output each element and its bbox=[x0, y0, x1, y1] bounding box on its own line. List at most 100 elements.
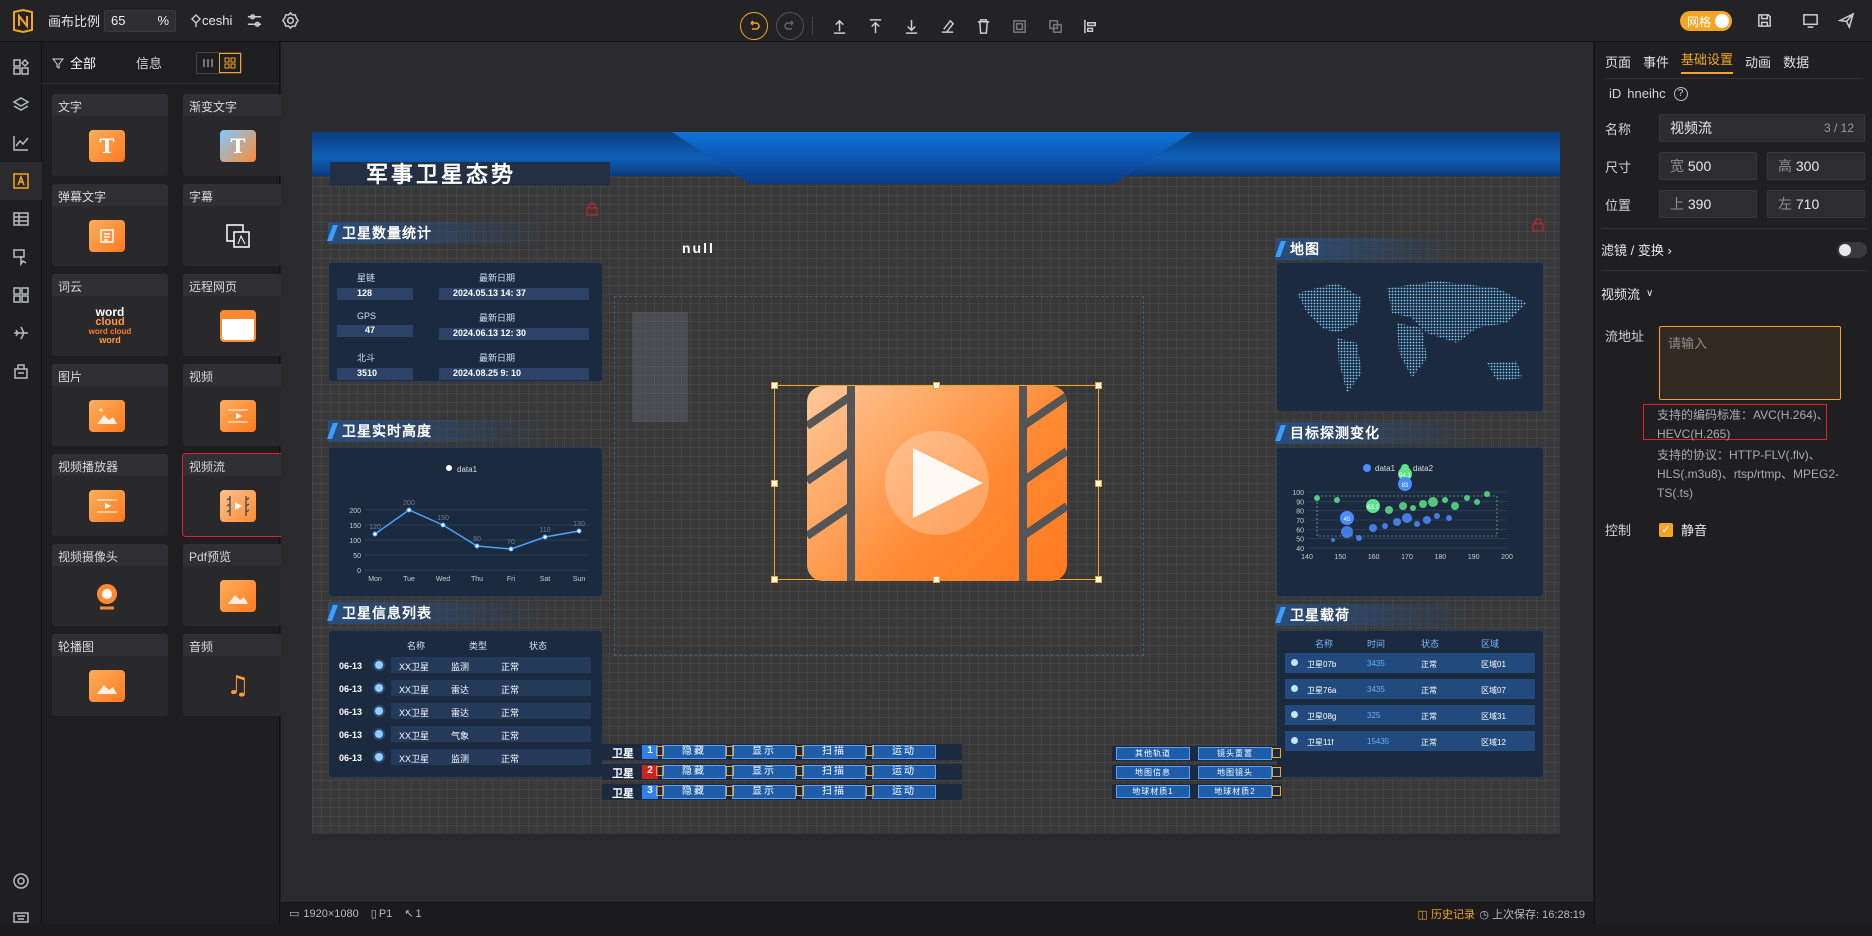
settings-sliders-icon[interactable] bbox=[236, 0, 272, 42]
move-down-icon[interactable] bbox=[893, 5, 929, 47]
name-input[interactable]: 视频流 3 / 12 bbox=[1659, 114, 1865, 142]
group-icon[interactable] bbox=[1001, 5, 1037, 47]
control-button[interactable]: 运动 bbox=[872, 765, 936, 779]
keyboard-nav-icon[interactable] bbox=[0, 898, 42, 936]
cursor-icon: ↖ bbox=[404, 908, 414, 920]
scale-input[interactable]: 65% bbox=[104, 9, 177, 32]
control-label: 卫星 bbox=[612, 768, 634, 780]
left-input[interactable]: 左 710 bbox=[1767, 190, 1865, 218]
control-hook-icon bbox=[1272, 767, 1281, 777]
tab-page[interactable]: 页面 bbox=[1605, 52, 1631, 71]
lock-icon[interactable] bbox=[586, 202, 598, 216]
control2-button[interactable]: 地球材质2 bbox=[1198, 785, 1272, 798]
control-button[interactable]: 扫描 bbox=[802, 765, 866, 779]
project-name[interactable]: ceshi bbox=[190, 13, 232, 28]
dashboard-stage[interactable]: 军事卫星态势 null 卫星数量统计 星链 128 最新日期 2024.05.13 … bbox=[312, 132, 1560, 834]
clear-icon[interactable] bbox=[929, 5, 965, 47]
interaction-nav-icon[interactable] bbox=[0, 238, 42, 276]
comp-camera[interactable]: 视频摄像头 bbox=[52, 544, 168, 626]
list-view-icon[interactable] bbox=[197, 53, 219, 73]
plane-nav-icon[interactable] bbox=[0, 314, 42, 352]
redo-icon[interactable] bbox=[776, 12, 804, 40]
control2-button[interactable]: 地图信息 bbox=[1116, 766, 1190, 779]
lock-icon[interactable] bbox=[1532, 218, 1544, 232]
filter-toggle[interactable] bbox=[1837, 241, 1867, 258]
control-hook-icon bbox=[656, 786, 664, 796]
control-button[interactable]: 扫描 bbox=[802, 785, 866, 799]
widgets-nav-icon[interactable] bbox=[0, 276, 42, 314]
tab-event[interactable]: 事件 bbox=[1643, 52, 1669, 71]
video-section-header[interactable]: 视频流 ∨ bbox=[1601, 284, 1653, 303]
height-input[interactable]: 高 300 bbox=[1767, 152, 1865, 180]
altitude-chart: data1 200 150 100 50 0 120 Mon 200 Tue 150 Wed 80 Thu… bbox=[349, 465, 589, 583]
control-button[interactable]: 显示 bbox=[732, 785, 796, 799]
payload-header-cell: 区域 bbox=[1481, 639, 1500, 649]
tab-basic[interactable]: 基础设置 bbox=[1681, 49, 1734, 74]
comp-image[interactable]: 图片 bbox=[52, 364, 168, 446]
scatter-point-data2 bbox=[1474, 499, 1480, 505]
comp-text[interactable]: 文字 T bbox=[52, 94, 168, 176]
comp-wordcloud[interactable]: 词云 word cloud word cloud word bbox=[52, 274, 168, 356]
resource-nav-icon[interactable] bbox=[0, 352, 42, 390]
save-icon[interactable] bbox=[1746, 0, 1782, 42]
move-top-icon[interactable] bbox=[857, 5, 893, 47]
help-nav-icon[interactable] bbox=[0, 862, 42, 900]
tab-animation[interactable]: 动画 bbox=[1745, 52, 1771, 71]
help-icon[interactable]: ? bbox=[1673, 86, 1688, 101]
list-name: XX卫星 bbox=[399, 685, 430, 695]
layers-nav-icon[interactable] bbox=[0, 86, 42, 124]
top-input[interactable]: 上 390 bbox=[1659, 190, 1757, 218]
name-count: 3 / 12 bbox=[1823, 121, 1854, 135]
control-button[interactable]: 隐藏 bbox=[662, 745, 726, 759]
comp-carousel[interactable]: 轮播图 bbox=[52, 634, 168, 716]
tab-data[interactable]: 数据 bbox=[1783, 52, 1809, 71]
control2-button[interactable]: 镜头重置 bbox=[1198, 747, 1272, 760]
gear-icon[interactable] bbox=[272, 0, 308, 42]
grid-view-icon[interactable] bbox=[219, 52, 242, 73]
grid-toggle[interactable]: 网格 bbox=[1680, 11, 1732, 31]
delete-icon[interactable] bbox=[965, 5, 1001, 47]
tab-info[interactable]: 信息 bbox=[136, 53, 162, 72]
tab-all[interactable]: 全部 bbox=[52, 53, 96, 72]
payload-header: 名称 时间 状态 区域 bbox=[1277, 637, 1545, 650]
width-input[interactable]: 宽 500 bbox=[1659, 152, 1757, 180]
align-icon[interactable] bbox=[1073, 5, 1109, 47]
list-name: XX卫星 bbox=[399, 731, 430, 741]
stat-date-label: 最新日期 bbox=[479, 273, 516, 283]
history-link[interactable]: ◫ 历史记录 bbox=[1418, 906, 1475, 922]
ungroup-icon[interactable] bbox=[1037, 5, 1073, 47]
move-up-icon[interactable] bbox=[821, 5, 857, 47]
text-nav-icon[interactable] bbox=[0, 162, 42, 200]
comp-danmaku[interactable]: 弹幕文字 bbox=[52, 184, 168, 266]
url-textarea[interactable]: 请输入 bbox=[1659, 326, 1841, 400]
stat-name: GPS bbox=[357, 311, 377, 321]
table-nav-icon[interactable] bbox=[0, 200, 42, 238]
components-nav-icon[interactable] bbox=[0, 48, 42, 86]
mute-checkbox[interactable]: ✓ bbox=[1659, 522, 1673, 537]
control-button[interactable]: 显示 bbox=[732, 745, 796, 759]
preview-icon[interactable] bbox=[1792, 0, 1828, 42]
payload-row: 卫星07b 3435 正常 区域01 bbox=[1285, 653, 1535, 673]
stat-date: 最新日期 2024.08.25 9: 10 bbox=[439, 351, 589, 380]
comp-video-player[interactable]: 视频播放器 bbox=[52, 454, 168, 536]
control2-button[interactable]: 其他轨道 bbox=[1116, 747, 1190, 760]
chart-nav-icon[interactable] bbox=[0, 124, 42, 162]
control-button[interactable]: 扫描 bbox=[802, 745, 866, 759]
payload-status: 正常 bbox=[1421, 660, 1437, 669]
video-icon bbox=[220, 400, 256, 432]
control-button[interactable]: 隐藏 bbox=[662, 765, 726, 779]
undo-icon[interactable] bbox=[740, 12, 768, 40]
control-hook-icon bbox=[796, 786, 804, 796]
control2-button[interactable]: 地球材质1 bbox=[1116, 785, 1190, 798]
x-tick-label: Mon bbox=[368, 576, 382, 583]
control-button[interactable]: 显示 bbox=[732, 765, 796, 779]
control2-button[interactable]: 地图镜头 bbox=[1198, 766, 1272, 779]
scatter-tag-label: 45 bbox=[1344, 517, 1351, 523]
filter-row[interactable]: 滤镜 / 变换 › bbox=[1601, 240, 1867, 259]
control-label: 卫星 bbox=[612, 748, 634, 760]
publish-icon[interactable] bbox=[1828, 0, 1864, 42]
data-point bbox=[542, 534, 548, 540]
control-button[interactable]: 运动 bbox=[872, 745, 936, 759]
control-button[interactable]: 运动 bbox=[872, 785, 936, 799]
control-button[interactable]: 隐藏 bbox=[662, 785, 726, 799]
